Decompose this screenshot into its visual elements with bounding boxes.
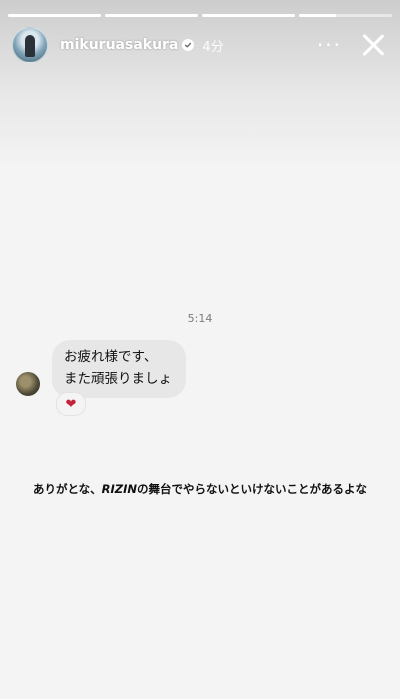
reaction-emoji: ❤ <box>65 396 77 412</box>
progress-segment-4 <box>299 14 392 17</box>
post-time: 4分 <box>202 39 224 55</box>
progress-segment-fill <box>105 14 198 17</box>
caption-part-2: の舞台でやらないといけないことがあるよな <box>137 482 368 496</box>
progress-segment-1 <box>8 14 101 17</box>
story-progress-bar <box>8 14 392 17</box>
message-line-1: お疲れ様です、 <box>64 349 158 365</box>
message-timestamp: 5:14 <box>187 312 213 325</box>
story-header: mikuruasakura 4分 ··· <box>12 26 386 64</box>
caption-emphasis: RIZIN <box>101 482 138 496</box>
progress-segment-fill <box>299 14 337 17</box>
progress-segment-fill <box>8 14 101 17</box>
progress-segment-3 <box>202 14 295 17</box>
close-icon[interactable] <box>360 32 386 58</box>
username[interactable]: mikuruasakura <box>60 37 178 53</box>
message-line-2: また頑張りましょ <box>64 371 172 387</box>
avatar-figure <box>25 35 35 57</box>
more-options-icon[interactable]: ··· <box>317 35 342 55</box>
verified-badge-icon <box>182 39 195 51</box>
message-bubble: お疲れ様です、 また頑張りましょ <box>52 340 186 398</box>
progress-segment-fill <box>202 14 295 17</box>
heart-reaction-icon: ❤ <box>56 392 86 416</box>
profile-avatar[interactable] <box>12 27 48 63</box>
caption-part-1: ありがとな、 <box>32 482 102 496</box>
story-caption: ありがとな、RIZINの舞台でやらないといけないことがあるよな <box>0 481 400 497</box>
sender-avatar <box>16 372 40 396</box>
progress-segment-2 <box>105 14 198 17</box>
